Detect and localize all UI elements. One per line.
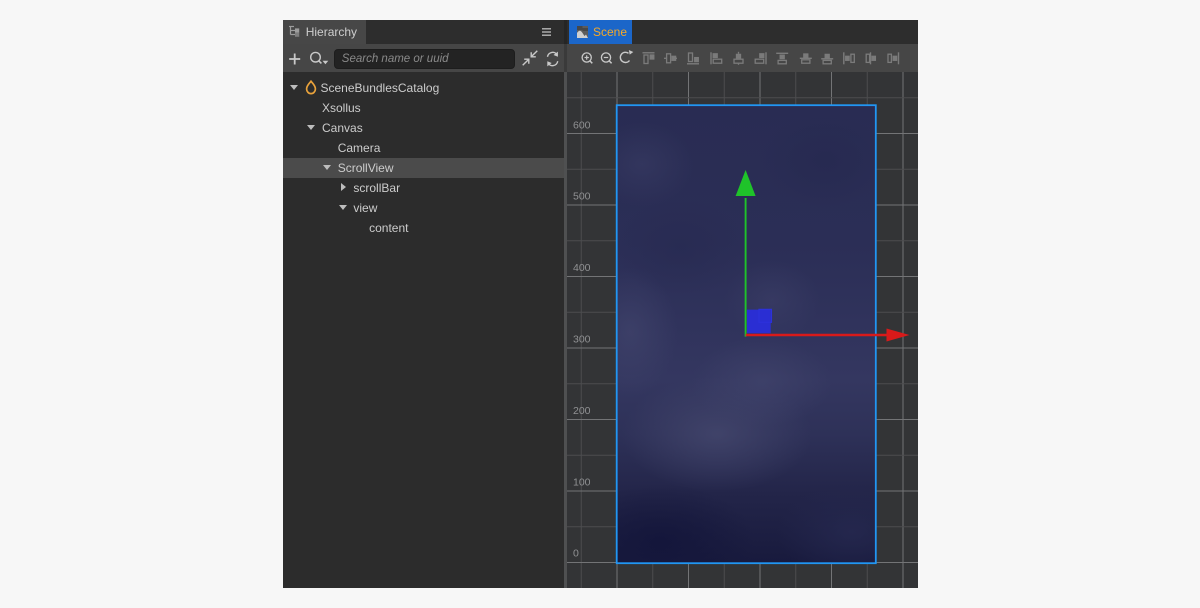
svg-text:400: 400 — [573, 262, 591, 274]
svg-text:300: 300 — [573, 334, 591, 346]
svg-text:500: 500 — [573, 191, 591, 203]
svg-text:100: 100 — [573, 476, 591, 488]
svg-text:200: 200 — [573, 405, 591, 417]
svg-text:0: 0 — [573, 548, 579, 560]
svg-text:600: 600 — [573, 119, 591, 131]
